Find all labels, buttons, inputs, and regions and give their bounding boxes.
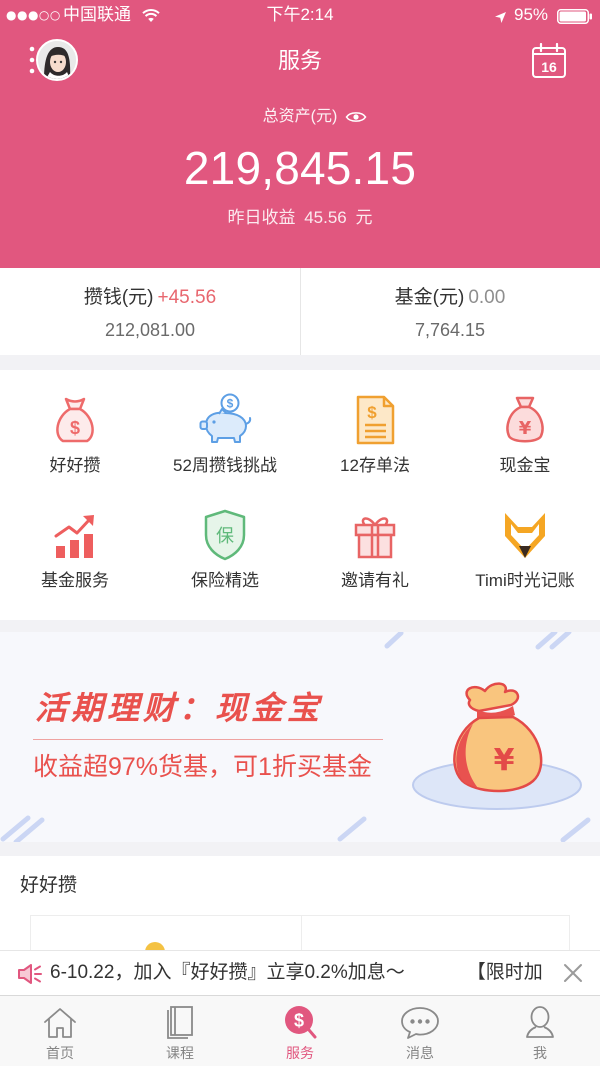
savings-label: 攒钱(元) (83, 287, 154, 308)
calendar-day: 16 (541, 59, 557, 75)
calendar-icon[interactable]: 16 (531, 42, 567, 79)
service-label: 邀请有礼 (341, 571, 409, 590)
service-label: 12存单法 (340, 456, 410, 475)
notice-text: 6-10.22，加入『好好攒』立享0.2%加息～ (50, 962, 405, 983)
service-label: Timi时光记账 (475, 571, 575, 590)
service-52-week-challenge[interactable]: $ 52周攒钱挑战 (150, 392, 300, 507)
total-assets-text: 总资产(元) (262, 108, 338, 125)
service-invite[interactable]: 邀请有礼 (300, 507, 450, 620)
section-title: 好好攒 (20, 875, 78, 896)
service-grid: $ 好好攒 $ 52周攒钱挑战 $ 12存单法 ¥ 现金宝 基金服务 保 保险精… (0, 370, 600, 620)
savings-change: +45.56 (157, 287, 217, 308)
tab-label: 消息 (406, 1045, 434, 1061)
svg-text:¥: ¥ (519, 418, 532, 439)
notice-text-next: 【限时加 (466, 962, 543, 983)
svg-text:¥: ¥ (494, 743, 515, 778)
banner-subtitle: 收益超97%货基，可1折买基金 (33, 753, 372, 781)
close-icon[interactable] (563, 963, 583, 983)
service-cash-treasure[interactable]: ¥ 现金宝 (450, 392, 600, 507)
service-timi[interactable]: Timi时光记账 (450, 507, 600, 620)
money-bag-yuan-icon: ¥ (497, 392, 553, 448)
tab-bar: 首页 课程 $ 服务 消息 我 (0, 995, 600, 1066)
account-summary: 攒钱(元) +45.56 212,081.00 基金(元) 0.00 7,764.1… (0, 268, 600, 355)
piggy-bank-icon: $ (197, 392, 253, 448)
svg-text:$: $ (70, 418, 80, 438)
svg-text:$: $ (367, 403, 377, 422)
savings-balance: 212,081.00 (104, 320, 196, 340)
service-dollar-icon: $ (280, 1004, 320, 1040)
tab-label: 课程 (166, 1045, 194, 1061)
person-icon (520, 1004, 560, 1040)
service-label: 现金宝 (499, 456, 551, 475)
tab-label: 我 (533, 1045, 547, 1061)
money-bag-illustration: ¥ (412, 682, 582, 810)
gift-icon (347, 507, 403, 563)
yesterday-value: 45.56 (304, 208, 347, 227)
rising-chart-icon (47, 507, 103, 563)
message-bubble-icon (400, 1004, 440, 1040)
promo-banner[interactable]: 活期理财：现金宝 收益超97%货基，可1折买基金 ¥ (0, 632, 600, 842)
tab-home[interactable]: 首页 (0, 996, 120, 1066)
fund-balance: 7,764.15 (414, 320, 486, 340)
banner-divider (33, 739, 383, 740)
fox-icon (497, 507, 553, 563)
fund-change: 0.00 (468, 287, 506, 308)
battery-icon (557, 8, 593, 24)
fund-label: 基金(元) (394, 287, 465, 308)
shield-glyph: 保 (216, 526, 234, 547)
yesterday-label: 昨日收益 (227, 208, 296, 227)
service-fund[interactable]: 基金服务 (0, 507, 150, 620)
money-bag-dollar-icon: $ (47, 392, 103, 448)
eye-icon[interactable] (345, 109, 367, 125)
status-time: 下午2:14 (266, 5, 334, 24)
svg-text:$: $ (294, 1011, 304, 1031)
savings-account[interactable]: 攒钱(元) +45.56 212,081.00 (0, 268, 300, 355)
tab-messages[interactable]: 消息 (360, 996, 480, 1066)
service-label: 好好攒 (49, 456, 101, 475)
tab-courses[interactable]: 课程 (120, 996, 240, 1066)
service-insurance[interactable]: 保 保险精选 (150, 507, 300, 620)
yesterday-unit: 元 (355, 208, 373, 227)
page-title: 服务 (277, 48, 322, 73)
home-icon (40, 1004, 80, 1040)
location-arrow-icon (494, 8, 507, 23)
total-assets-label-row: 总资产(元) (0, 106, 600, 128)
svg-text:$: $ (227, 397, 234, 411)
service-12-deposits[interactable]: $ 12存单法 (300, 392, 450, 507)
tab-label: 服务 (286, 1045, 314, 1061)
deposit-document-icon: $ (347, 392, 403, 448)
banner-title: 活期理财：现金宝 (35, 690, 324, 726)
tab-services[interactable]: $ 服务 (240, 996, 360, 1066)
tab-me[interactable]: 我 (480, 996, 600, 1066)
battery-percent: 95% (514, 5, 549, 24)
insurance-shield-icon: 保 (197, 507, 253, 563)
fund-account[interactable]: 基金(元) 0.00 7,764.15 (300, 268, 600, 355)
notice-bar[interactable]: 6-10.22，加入『好好攒』立享0.2%加息～ 【限时加 (0, 950, 600, 995)
total-assets-label: 总资产(元) (262, 106, 367, 128)
notice-marquee: 6-10.22，加入『好好攒』立享0.2%加息～ 【限时加 (50, 951, 548, 995)
tab-label: 首页 (46, 1045, 74, 1061)
service-label: 52周攒钱挑战 (173, 456, 277, 475)
service-label: 基金服务 (41, 571, 109, 590)
service-haohaozan[interactable]: $ 好好攒 (0, 392, 150, 507)
total-assets-value: 219,845.15 (183, 142, 417, 194)
service-label: 保险精选 (191, 571, 259, 590)
yesterday-earnings: 昨日收益 45.56 元 (0, 207, 600, 229)
speaker-icon (17, 962, 43, 986)
header: ●●●○○ 中国联通 下午2:14 95% 服务 16 总资产(元) 219,8… (0, 0, 600, 268)
book-icon (160, 1004, 200, 1040)
